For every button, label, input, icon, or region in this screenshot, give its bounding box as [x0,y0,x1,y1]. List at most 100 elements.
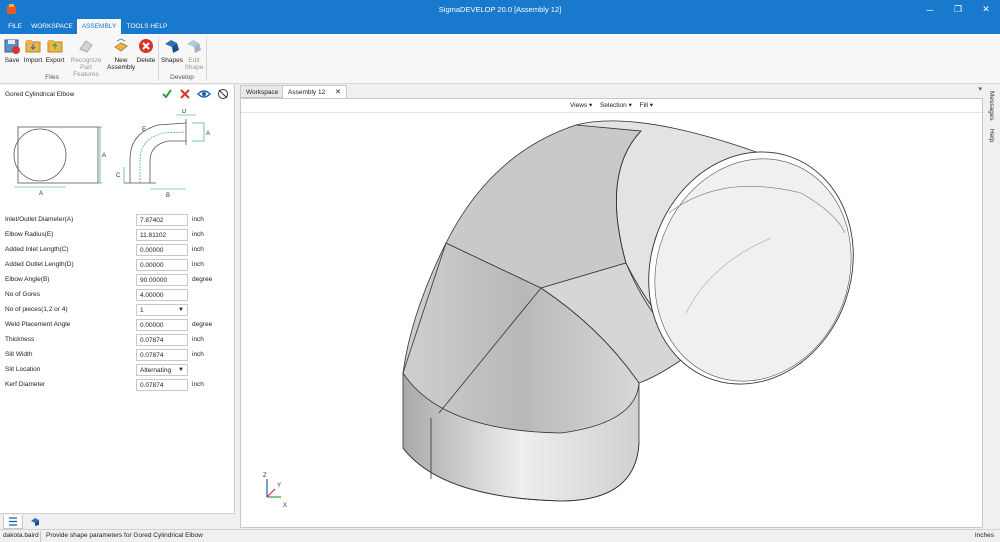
elbow-radius-input[interactable] [136,229,188,241]
param-unit: inch [192,351,204,358]
param-row-elbow-radius: Elbow Radius(E) inch [0,229,235,242]
import-icon [25,40,41,53]
dropdown-arrow-icon: ▼ [178,367,184,373]
param-unit: inch [192,216,204,223]
shapes-button[interactable]: Shapes [160,37,184,64]
menu-tab-file[interactable]: FILE [2,19,28,34]
param-label: Kerf Diameter [5,381,46,388]
param-unit: inch [192,231,204,238]
param-label: Added Inlet Length(C) [5,246,69,253]
added-outlet-length-input[interactable] [136,259,188,271]
status-units: Inches [974,532,994,539]
param-row-no-of-gores: No of Gores [0,289,235,302]
param-unit: inch [192,246,204,253]
param-label: Elbow Angle(B) [5,276,50,283]
tab-assembly-12[interactable]: Assembly 12 ✕ [282,85,347,98]
param-row-thickness: Thickness inch [0,334,235,347]
delete-button[interactable]: Delete [136,37,156,64]
axis-y-label: Y [277,483,281,489]
shapes-icon [165,40,179,53]
param-row-weld-placement-angle: Weld Placement Angle degree [0,319,235,332]
tab-workspace[interactable]: Workspace [240,85,285,98]
menu-tab-tools-help[interactable]: TOOLS HELP [123,19,171,34]
shapes-label: Shapes [160,57,184,64]
new-assembly-icon [114,38,128,52]
export-button[interactable]: Export [44,37,66,64]
menu-tab-assembly[interactable]: ASSEMBLY [77,19,121,34]
close-tab-icon[interactable]: ✕ [335,89,341,96]
panel-menu-arrow-icon[interactable]: ▾ [978,85,982,93]
slit-width-input[interactable] [136,349,188,361]
new-assembly-button[interactable]: New Assembly [107,37,135,71]
tab-parameters[interactable] [3,515,23,529]
import-label: Import [23,57,43,64]
messages-panel-tab[interactable]: Messages [988,91,995,121]
dim-d-label: D [182,109,187,115]
param-label: Elbow Radius(E) [5,231,54,238]
menu-bar: FILE WORKSPACE ASSEMBLY TOOLS HELP [0,19,1000,34]
param-label: Slit Location [5,366,41,373]
axis-x-label: X [283,503,287,509]
inlet-outlet-diameter-input[interactable] [136,214,188,226]
dim-a-vertical: A [102,153,106,159]
edit-shape-label-line2: Shape [184,64,204,71]
panel-bottom-tabs [0,513,235,529]
param-unit: degree [192,276,213,283]
preview-eye-icon[interactable] [197,88,211,100]
no-of-gores-input[interactable] [136,289,188,301]
minimize-button[interactable]: ─ [916,0,944,19]
elbow-angle-input[interactable] [136,274,188,286]
new-assembly-label-line2: Assembly [107,64,136,71]
param-label: Thickness [5,336,35,343]
confirm-check-icon[interactable] [161,88,173,100]
param-row-elbow-angle: Elbow Angle(B) degree [0,274,235,287]
side-panel-strip: Messages Help [986,85,1000,529]
no-of-pieces-value: 1 [140,307,144,314]
status-separator [40,531,41,542]
ribbon-separator-2 [206,37,207,81]
list-icon [9,517,17,526]
param-row-slit-width: Slit Width inch [0,349,235,362]
edit-shape-icon [187,40,201,53]
param-row-kerf-diameter: Kerf Diameter inch [0,379,235,392]
dropdown-arrow-icon: ▼ [178,307,184,313]
edit-shape-label-line1: Edit [188,57,200,64]
param-row-inlet-outlet-diameter: Inlet/Outlet Diameter(A) inch [0,214,235,227]
import-button[interactable]: Import [22,37,44,64]
kerf-diameter-input[interactable] [136,379,188,391]
slit-location-select[interactable]: Alternating ▼ [136,364,188,376]
close-window-button[interactable]: ✕ [972,0,1000,19]
panel-header: Gored Cylindrical Elbow [0,85,235,104]
3d-viewport[interactable]: Views ▾ Selection ▾ Fill ▾ Z Y X [240,98,983,528]
param-unit: degree [192,321,213,328]
added-inlet-length-input[interactable] [136,244,188,256]
delete-label: Delete [136,57,156,64]
edit-shape-button[interactable]: Edit Shape [184,37,204,71]
param-row-added-inlet-length: Added Inlet Length(C) inch [0,244,235,257]
save-label: Save [4,57,20,64]
selection-menu[interactable]: Selection ▾ [600,102,632,109]
thickness-input[interactable] [136,334,188,346]
recognize-features-icon [79,40,93,53]
views-menu[interactable]: Views ▾ [570,102,592,109]
save-button[interactable]: Save [3,37,21,64]
param-row-no-of-pieces: No of pieces(1,2 or 4) 1 ▼ [0,304,235,317]
elbow-3d-model[interactable]: Z Y X [241,113,982,527]
cancel-x-icon[interactable] [179,88,191,100]
weld-placement-angle-input[interactable] [136,319,188,331]
delete-icon [139,39,153,53]
dim-a-side: A [206,131,210,137]
param-row-added-outlet-length: Added Outlet Length(D) inch [0,259,235,272]
no-of-pieces-select[interactable]: 1 ▼ [136,304,188,316]
hide-preview-icon[interactable] [217,88,229,100]
ribbon: Save Import Export Recognize Part Featur… [0,34,1000,84]
menu-tab-workspace[interactable]: WORKSPACE [29,19,75,34]
save-icon [4,39,20,54]
restore-button[interactable]: ❐ [944,0,972,19]
tab-shapes[interactable] [25,515,45,529]
recognize-part-features-button[interactable]: Recognize Part Features [68,37,104,78]
axis-triad: Z Y X [263,473,287,509]
help-panel-tab[interactable]: Help [988,129,995,142]
fill-menu[interactable]: Fill ▾ [640,102,653,109]
export-icon [47,40,63,53]
